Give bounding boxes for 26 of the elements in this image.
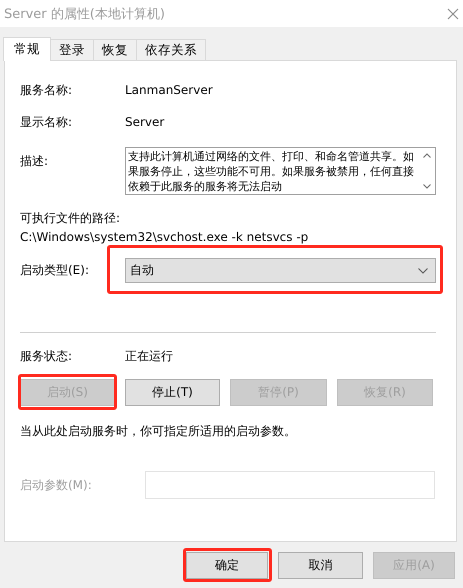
field-label: 显示名称: bbox=[20, 114, 74, 130]
status-value: 正在运行 bbox=[125, 348, 173, 364]
field-value: LanmanServer bbox=[125, 83, 213, 97]
path-text: C:\Windows\system32\svchost.exe -k netsvcs -p bbox=[20, 230, 310, 244]
startup-type-dropdown[interactable]: 自动 bbox=[125, 258, 436, 283]
description-text: 支持此计算机通过网络的文件、打印、和命名管道共享。如果服务停止，这些功能不可用。如果服务被禁用，任何直接依赖于此服务的服务将无法启动 bbox=[127, 149, 415, 194]
start-parameters-field[interactable] bbox=[145, 471, 435, 499]
field-value: Server bbox=[125, 115, 164, 129]
field-label: 服务状态: bbox=[20, 348, 74, 364]
scroll-down-icon[interactable] bbox=[423, 184, 431, 189]
dropdown-value: 自动 bbox=[130, 262, 154, 279]
field-label: 服务名称: bbox=[20, 82, 74, 98]
hint-text: 当从此处启动服务时，你可指定所适用的启动参数。 bbox=[20, 423, 297, 440]
field-label: 启动参数(M): bbox=[20, 476, 93, 494]
tab[interactable]: 依存关系 bbox=[136, 39, 206, 60]
button[interactable]: 取消 bbox=[278, 552, 363, 579]
tab[interactable]: 常规 bbox=[3, 37, 51, 61]
field-label: 描述: bbox=[20, 153, 50, 170]
close-icon[interactable] bbox=[447, 8, 459, 20]
window-title: Server 的属性(本地计算机) bbox=[4, 6, 165, 22]
field-label: 启动类型(E): bbox=[20, 262, 90, 279]
field-label: 可执行文件的路径: bbox=[20, 210, 122, 227]
button[interactable]: 确定 bbox=[186, 552, 268, 579]
scroll-up-icon[interactable] bbox=[423, 153, 431, 158]
caret-icon bbox=[418, 268, 428, 274]
button[interactable]: 停止(T) bbox=[125, 379, 220, 406]
